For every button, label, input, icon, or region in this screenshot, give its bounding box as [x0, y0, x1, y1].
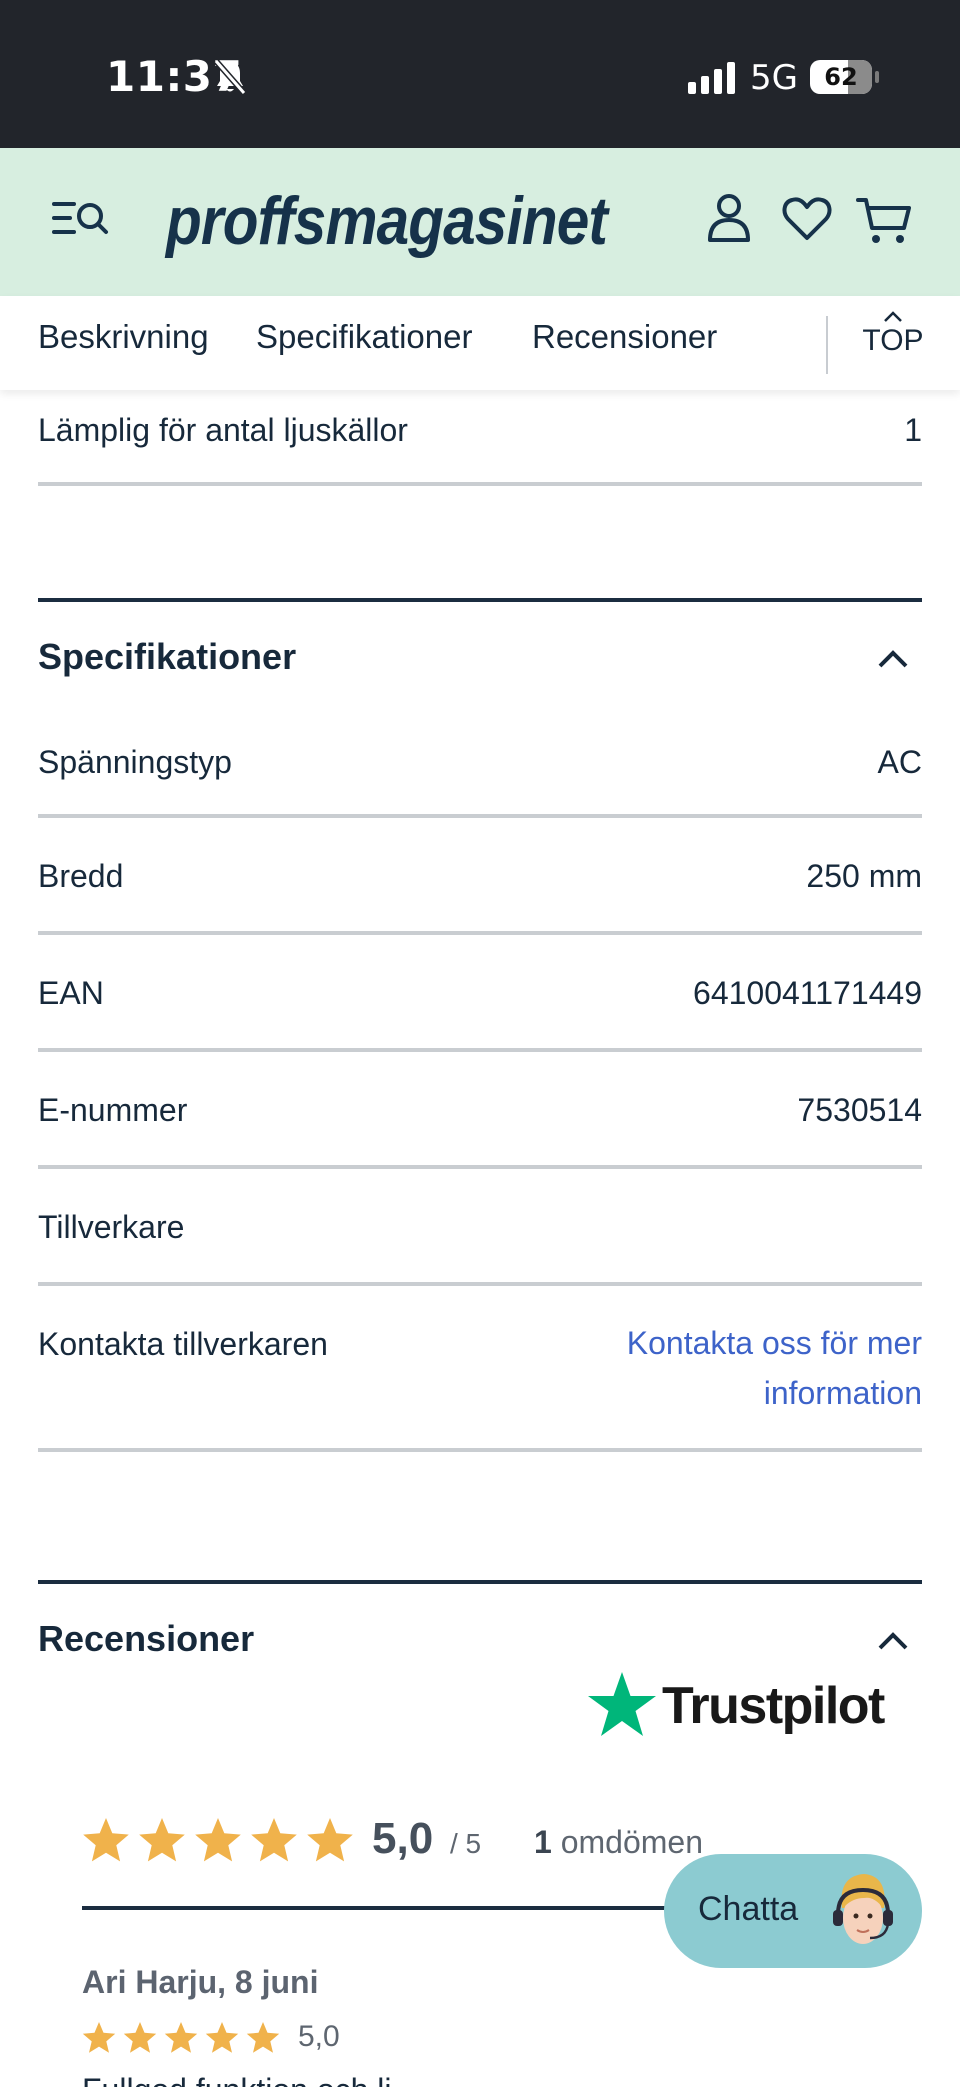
support-agent-avatar [833, 1874, 893, 1956]
star-icon [123, 2022, 157, 2053]
tab-specifikationer[interactable]: Specifikationer [256, 318, 472, 356]
review-count-number: 1 [534, 1824, 552, 1860]
star-icon [205, 2022, 239, 2053]
contact-us-link[interactable]: Kontakta oss för mer information [522, 1318, 922, 1418]
spec-value: 250 mm [806, 858, 922, 894]
status-bar: 11:37 5G 62 [0, 0, 960, 148]
tab-divider [826, 316, 828, 374]
collapse-specifikationer-icon[interactable] [876, 648, 910, 670]
scroll-top-button[interactable]: TOP [858, 310, 928, 376]
spec-row: E-nummer 7530514 [38, 1052, 922, 1169]
star-icon [251, 1818, 297, 1862]
overall-rating-score: 5,0 [372, 1814, 434, 1863]
overall-rating-max: / 5 [450, 1828, 482, 1859]
spec-label: Spänningstyp [38, 744, 232, 780]
bell-slash-icon [213, 59, 247, 95]
spec-value: AC [877, 744, 922, 780]
spec-row: Spänningstyp AC [38, 710, 922, 818]
site-logo[interactable]: proffsmagasinet [166, 182, 608, 260]
heart-icon[interactable] [782, 196, 832, 242]
reviews-divider [82, 1906, 682, 1910]
trustpilot-wordmark: Trustpilot [662, 1677, 885, 1735]
review-text: Fullgod funktion och lj... [82, 2072, 418, 2087]
signal-icon [688, 62, 735, 94]
review-count-label: omdömen [560, 1824, 703, 1860]
site-header: proffsmagasinet [0, 148, 960, 296]
spec-row: Kontakta tillverkaren Kontakta oss för m… [38, 1286, 922, 1452]
spec-label: E-nummer [38, 1092, 188, 1128]
star-icon [195, 1818, 241, 1862]
review-score: 5,0 [298, 2020, 340, 2053]
battery-level: 62 [824, 63, 858, 91]
spec-label: EAN [38, 975, 104, 1011]
chevron-up-icon [884, 311, 902, 322]
contact-link-line1[interactable]: Kontakta oss för mer [627, 1325, 922, 1361]
section-tab-bar: Beskrivning Specifikationer Recensioner … [0, 296, 960, 390]
spec-label: Tillverkare [38, 1209, 185, 1245]
spec-label: Kontakta tillverkaren [38, 1326, 328, 1362]
trustpilot-star-icon [588, 1672, 656, 1736]
review-rating-stars [82, 2022, 280, 2053]
scroll-top-label: TOP [862, 324, 924, 357]
spec-value: 1 [904, 412, 922, 448]
overall-rating-stars [83, 1818, 353, 1862]
star-icon [246, 2022, 280, 2053]
battery-icon: 62 [810, 60, 879, 94]
contact-link-line2[interactable]: information [764, 1375, 922, 1411]
section-title-recensioner[interactable]: Recensioner [38, 1618, 254, 1660]
review-count: 1 omdömen [534, 1824, 703, 1861]
star-icon [139, 1818, 185, 1862]
trustpilot-logo[interactable]: Trustpilot [586, 1670, 885, 1742]
spec-row: Lämplig för antal ljuskällor 1 [38, 396, 922, 486]
network-label: 5G [750, 58, 798, 98]
tab-recensioner[interactable]: Recensioner [532, 318, 717, 356]
menu-search-icon[interactable] [52, 196, 110, 240]
star-icon [307, 1818, 353, 1862]
section-divider [38, 598, 922, 602]
spec-row: Tillverkare [38, 1169, 922, 1286]
spec-row: EAN 6410041171449 [38, 935, 922, 1052]
review-author: Ari Harju, 8 juni [82, 1964, 319, 2000]
spec-label: Bredd [38, 858, 124, 894]
star-icon [164, 2022, 198, 2053]
spec-value: 6410041171449 [693, 975, 922, 1011]
star-icon [83, 1818, 129, 1862]
section-title-specifikationer[interactable]: Specifikationer [38, 636, 296, 678]
chat-button[interactable]: Chatta [664, 1854, 922, 1968]
spec-row: Bredd 250 mm [38, 818, 922, 935]
section-divider [38, 1580, 922, 1584]
chat-label: Chatta [698, 1890, 799, 1928]
spec-value: 7530514 [797, 1092, 922, 1128]
account-icon[interactable] [706, 192, 752, 244]
star-icon [82, 2022, 116, 2053]
collapse-recensioner-icon[interactable] [876, 1630, 910, 1652]
tab-beskrivning[interactable]: Beskrivning [38, 318, 209, 356]
spec-label: Lämplig för antal ljuskällor [38, 412, 408, 448]
cart-icon[interactable] [856, 194, 912, 246]
